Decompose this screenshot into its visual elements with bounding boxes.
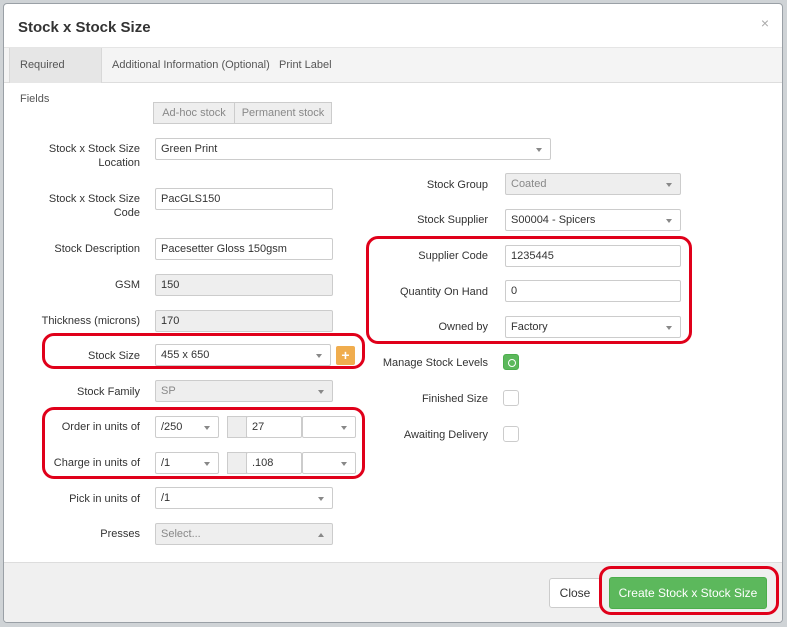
manage-stock-checkbox[interactable]	[503, 354, 519, 370]
location-label-line1: Stock x Stock Size	[48, 143, 140, 155]
stock-supplier-select[interactable]: S00004 - Spicers	[505, 209, 681, 231]
stock-group-label: Stock Group	[426, 179, 488, 191]
modal-dialog: Stock x Stock Size × Required Fields Add…	[3, 3, 783, 623]
code-label-line2: Code	[113, 207, 140, 219]
finished-size-label: Finished Size	[421, 393, 488, 405]
highlight-supplier-fields	[366, 236, 692, 344]
adhoc-stock-button[interactable]: Ad-hoc stock	[153, 102, 235, 124]
location-select[interactable]: Green Print	[155, 138, 551, 160]
code-label-line1: Stock x Stock Size	[48, 193, 140, 205]
tab-additional-information[interactable]: Additional Information (Optional)	[102, 48, 280, 83]
thickness-label: Thickness (microns)	[41, 315, 140, 327]
pick-unit-select[interactable]: /1	[155, 487, 333, 509]
stock-family-label: Stock Family	[77, 386, 140, 398]
highlight-create-button	[599, 566, 779, 615]
stock-group-select[interactable]: Coated	[505, 173, 681, 195]
description-textarea[interactable]: Pacesetter Gloss 150gsm	[155, 238, 333, 260]
location-label: Stock x Stock Size Location	[24, 142, 140, 170]
close-icon[interactable]: ×	[761, 15, 769, 31]
finished-size-checkbox[interactable]	[503, 390, 519, 406]
awaiting-delivery-label: Awaiting Delivery	[403, 429, 488, 441]
tab-bar: Required Fields Additional Information (…	[4, 48, 782, 105]
modal-header: Stock x Stock Size ×	[4, 4, 782, 48]
pick-units-label: Pick in units of	[69, 493, 140, 505]
highlight-units	[42, 407, 365, 479]
tab-print-label[interactable]: Print Label	[269, 48, 342, 83]
gsm-label: GSM	[114, 279, 140, 291]
close-button[interactable]: Close	[549, 578, 601, 608]
permanent-stock-button[interactable]: Permanent stock	[234, 102, 332, 124]
stock-family-select[interactable]: SP	[155, 380, 333, 402]
manage-stock-label: Manage Stock Levels	[382, 357, 488, 369]
location-label-line2: Location	[98, 157, 140, 169]
tab-required-fields[interactable]: Required Fields	[9, 48, 102, 105]
modal-title: Stock x Stock Size	[18, 19, 151, 36]
highlight-stock-size	[42, 333, 365, 369]
gsm-input[interactable]: 150	[155, 274, 333, 296]
thickness-input[interactable]: 170	[155, 310, 333, 332]
description-label: Stock Description	[54, 243, 140, 255]
presses-label: Presses	[100, 528, 140, 540]
stock-supplier-label: Stock Supplier	[417, 214, 488, 226]
code-input[interactable]: PacGLS150	[155, 188, 333, 210]
presses-select[interactable]: Select...	[155, 523, 333, 545]
awaiting-delivery-checkbox[interactable]	[503, 426, 519, 442]
code-label: Stock x Stock Size Code	[24, 192, 140, 220]
